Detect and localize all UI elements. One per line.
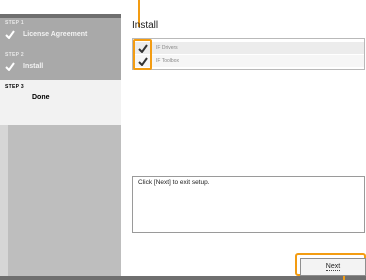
- step-install: STEP 2 Install: [5, 52, 43, 71]
- list-item[interactable]: IF Toolbox: [133, 55, 364, 67]
- window-top: [0, 0, 366, 14]
- checkmark-icon: [5, 30, 15, 39]
- step-license-agreement: STEP 1 License Agreement: [5, 20, 87, 39]
- checkbox-highlight: [133, 39, 152, 70]
- step-label: Install: [23, 63, 44, 70]
- step-done: STEP 3 Done: [5, 84, 50, 101]
- sidebar-empty-panel: [8, 125, 121, 276]
- steps-sidebar: STEP 1 License Agreement STEP 2 Install …: [0, 14, 121, 280]
- next-button-label: Next: [325, 263, 341, 271]
- message-text: Click [Next] to exit setup.: [138, 179, 210, 186]
- list-item[interactable]: IF Drivers: [133, 42, 364, 54]
- step-number: STEP 2: [5, 52, 24, 58]
- component-list: IF Drivers IF Toolbox: [132, 38, 365, 70]
- page-title: Install: [132, 20, 159, 31]
- step-label: Done: [32, 94, 50, 101]
- component-label: IF Toolbox: [156, 58, 179, 64]
- checkmark-icon: [5, 62, 15, 71]
- step-label: License Agreement: [23, 31, 88, 38]
- message-box: Click [Next] to exit setup.: [132, 176, 365, 233]
- callout-line: [343, 276, 345, 280]
- next-button[interactable]: Next: [300, 258, 366, 276]
- component-label: IF Drivers: [156, 45, 178, 51]
- window-bottom-border: [0, 276, 366, 280]
- step-number: STEP 1: [5, 20, 24, 26]
- step-number: STEP 3: [5, 84, 24, 90]
